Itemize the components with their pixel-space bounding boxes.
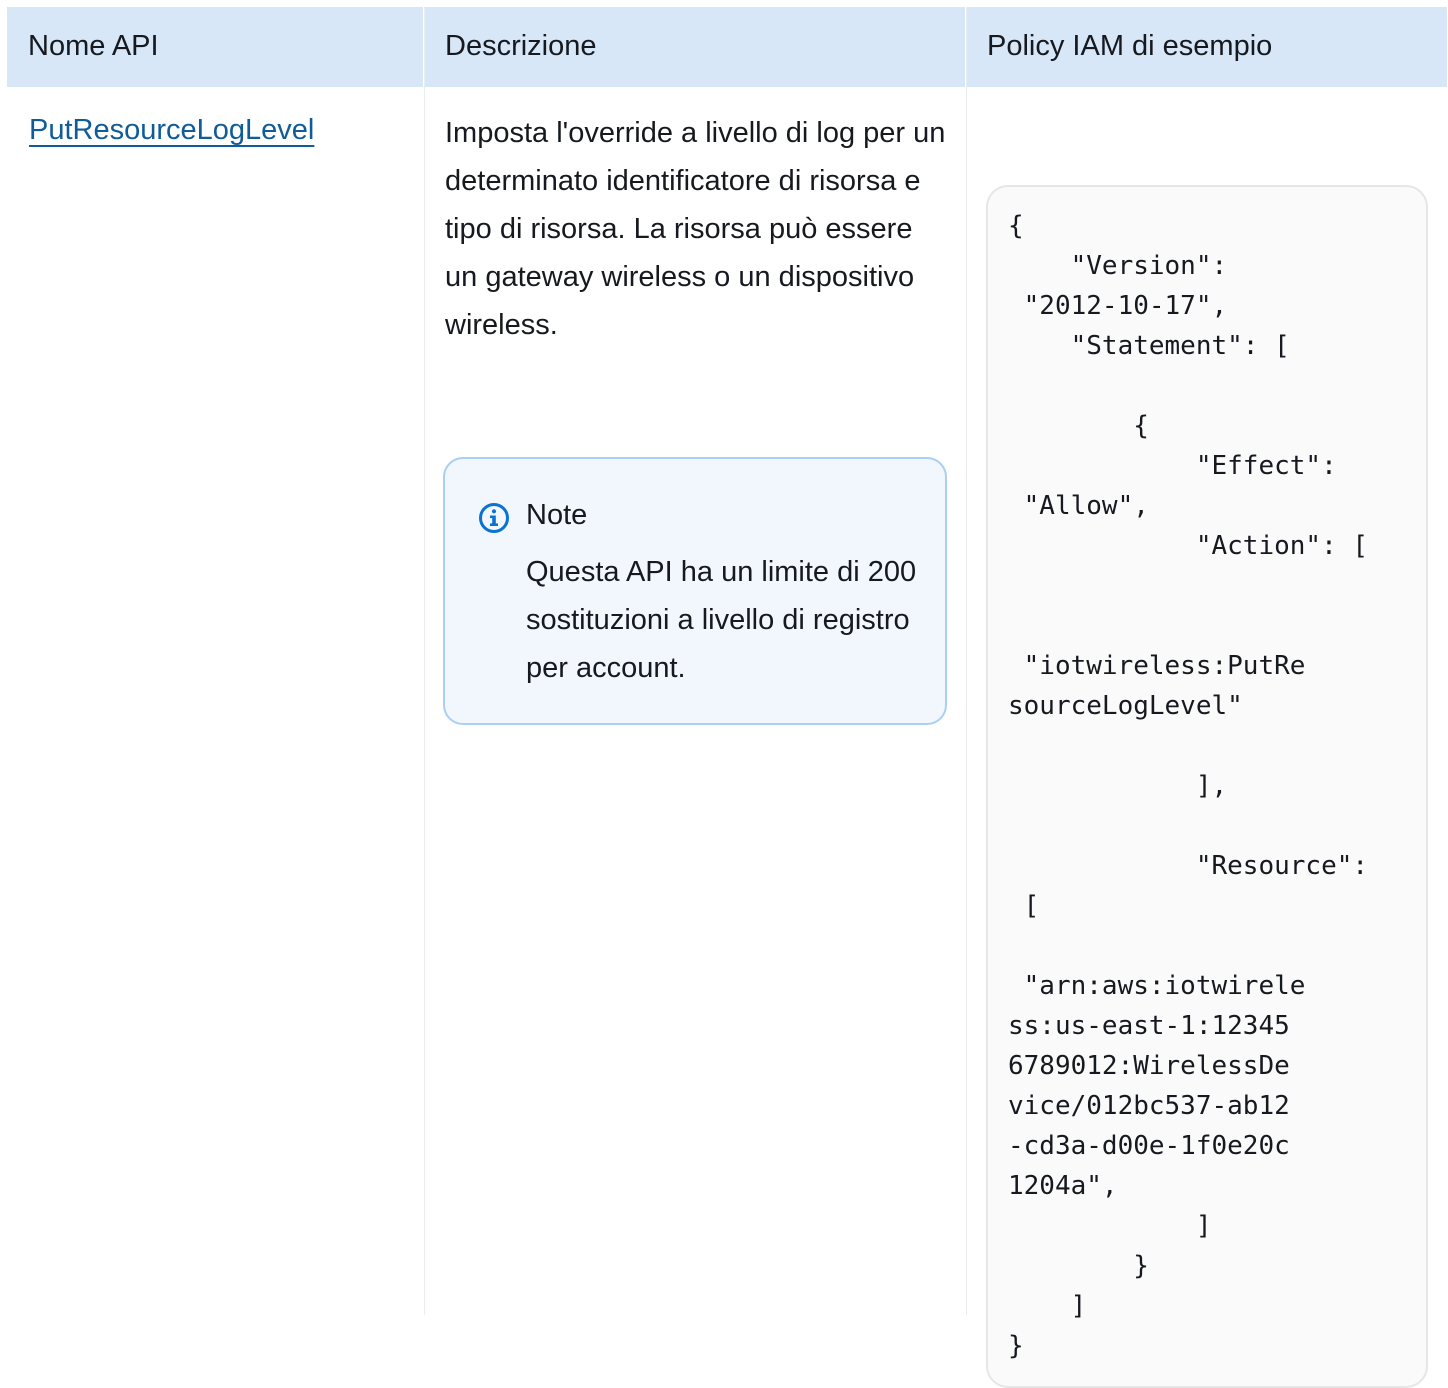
header-iam-policy: Policy IAM di esempio (987, 30, 1273, 62)
policy-json: { "Version": "2012-10-17", "Statement": … (1008, 211, 1369, 1361)
table-row: PutResourceLogLevel Imposta l'override a… (7, 87, 1447, 1388)
header-description: Descrizione (445, 30, 597, 62)
header-api-name: Nome API (28, 30, 159, 62)
table-header: Nome API Descrizione Policy IAM di esemp… (7, 7, 1447, 87)
info-circle-icon (479, 503, 509, 533)
policy-code-block: { "Version": "2012-10-17", "Statement": … (986, 185, 1428, 1388)
api-description: Imposta l'override a livello di log per … (445, 117, 946, 341)
note-title: Note (526, 499, 588, 531)
note-body: Questa API ha un limite di 200 sostituzi… (526, 556, 917, 684)
api-table: Nome API Descrizione Policy IAM di esemp… (7, 7, 1447, 1388)
note-box: Note Questa API ha un limite di 200 sost… (443, 457, 947, 725)
api-name-link[interactable]: PutResourceLogLevel (29, 109, 314, 151)
